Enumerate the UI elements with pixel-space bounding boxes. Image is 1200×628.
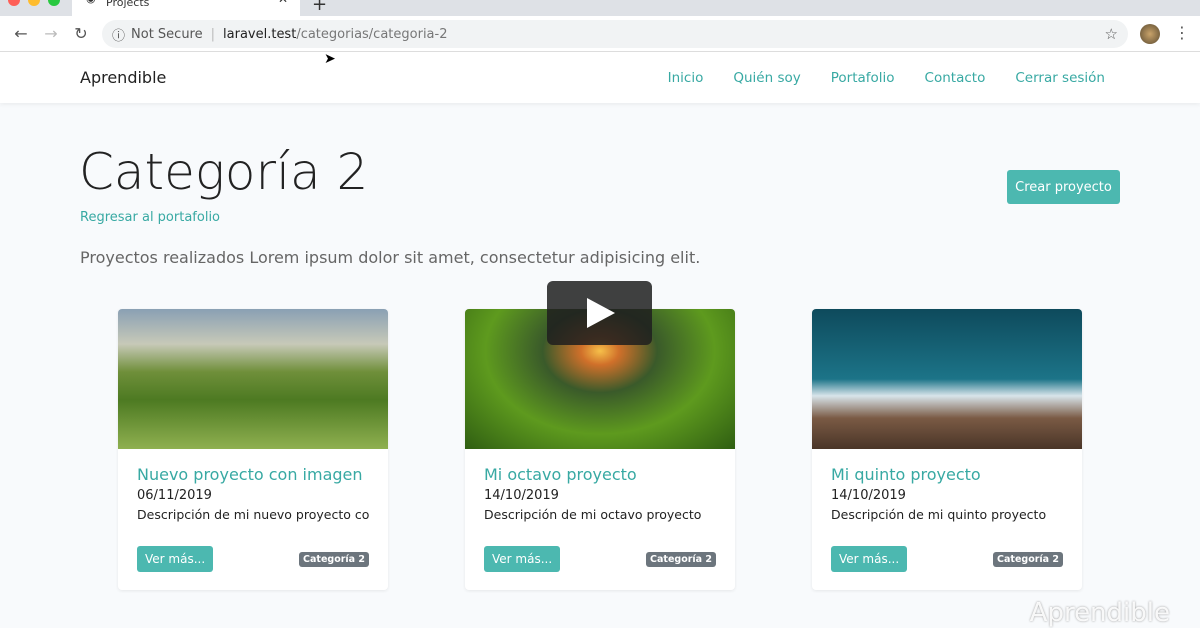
nav-inicio[interactable]: Inicio	[668, 70, 704, 86]
tab-strip: ◉ Projects ✕ +	[0, 0, 1200, 16]
kebab-menu-icon[interactable]: ⋮	[1174, 23, 1190, 42]
nav-cerrar-sesion[interactable]: Cerrar sesión	[1015, 70, 1105, 86]
project-card: Mi quinto proyecto 14/10/2019 Descripció…	[812, 309, 1082, 590]
project-image	[812, 309, 1082, 449]
view-more-button[interactable]: Ver más...	[831, 546, 908, 572]
project-description: Descripción de mi nuevo proyecto co...	[137, 507, 369, 522]
project-date: 06/11/2019	[137, 488, 212, 503]
watermark-logo: Aprendible	[1029, 598, 1170, 628]
lead-text: Proyectos realizados Lorem ipsum dolor s…	[80, 248, 701, 267]
category-badge: Categoría 2	[299, 551, 369, 567]
close-tab-icon[interactable]: ✕	[278, 0, 288, 5]
forward-icon[interactable]: →	[36, 24, 66, 43]
project-card: Mi octavo proyecto 14/10/2019 Descripció…	[465, 309, 735, 590]
project-title[interactable]: Nuevo proyecto con imagen	[137, 465, 369, 484]
project-description: Descripción de mi octavo proyecto	[484, 507, 702, 522]
category-badge: Categoría 2	[993, 551, 1063, 567]
url-path: /categorias/categoria-2	[296, 26, 448, 42]
project-card: Nuevo proyecto con imagen 06/11/2019 Des…	[118, 309, 388, 590]
globe-icon: ◉	[86, 0, 96, 4]
nav-portafolio[interactable]: Portafolio	[831, 70, 895, 86]
tab-title: Projects	[106, 0, 150, 9]
new-tab-button[interactable]: +	[312, 0, 327, 15]
address-bar[interactable]: ⓘ Not Secure | laravel.test/categorias/c…	[102, 20, 1128, 48]
project-title[interactable]: Mi octavo proyecto	[484, 465, 716, 484]
brand[interactable]: Aprendible	[80, 68, 166, 87]
mouse-cursor-icon: ➤	[324, 51, 336, 67]
back-to-portfolio-link[interactable]: Regresar al portafolio	[80, 210, 220, 225]
divider: |	[210, 26, 216, 42]
view-more-button[interactable]: Ver más...	[484, 546, 561, 572]
star-icon[interactable]: ☆	[1105, 25, 1118, 43]
project-date: 14/10/2019	[484, 488, 559, 503]
page-title: Categoría 2	[79, 143, 369, 201]
view-more-button[interactable]: Ver más...	[137, 546, 214, 572]
info-icon[interactable]: ⓘ	[112, 25, 125, 44]
browser-tab[interactable]: ◉ Projects ✕	[72, 0, 300, 16]
project-image	[118, 309, 388, 449]
url-host: laravel.test	[223, 26, 297, 42]
site-navbar: Aprendible Inicio Quién soy Portafolio C…	[0, 52, 1200, 103]
nav-contacto[interactable]: Contacto	[925, 70, 986, 86]
nav-quien-soy[interactable]: Quién soy	[733, 70, 800, 86]
category-badge: Categoría 2	[646, 551, 716, 567]
reload-icon[interactable]: ↻	[66, 24, 96, 43]
browser-toolbar: ← → ↻ ⓘ Not Secure | laravel.test/catego…	[0, 16, 1200, 52]
security-label: Not Secure	[131, 26, 203, 42]
project-title[interactable]: Mi quinto proyecto	[831, 465, 1063, 484]
window-controls[interactable]	[8, 0, 60, 6]
profile-avatar[interactable]	[1140, 24, 1160, 44]
create-project-button[interactable]: Crear proyecto	[1007, 170, 1120, 204]
back-icon[interactable]: ←	[6, 24, 36, 43]
project-date: 14/10/2019	[831, 488, 906, 503]
project-description: Descripción de mi quinto proyecto	[831, 507, 1047, 522]
video-play-button[interactable]	[547, 281, 652, 345]
